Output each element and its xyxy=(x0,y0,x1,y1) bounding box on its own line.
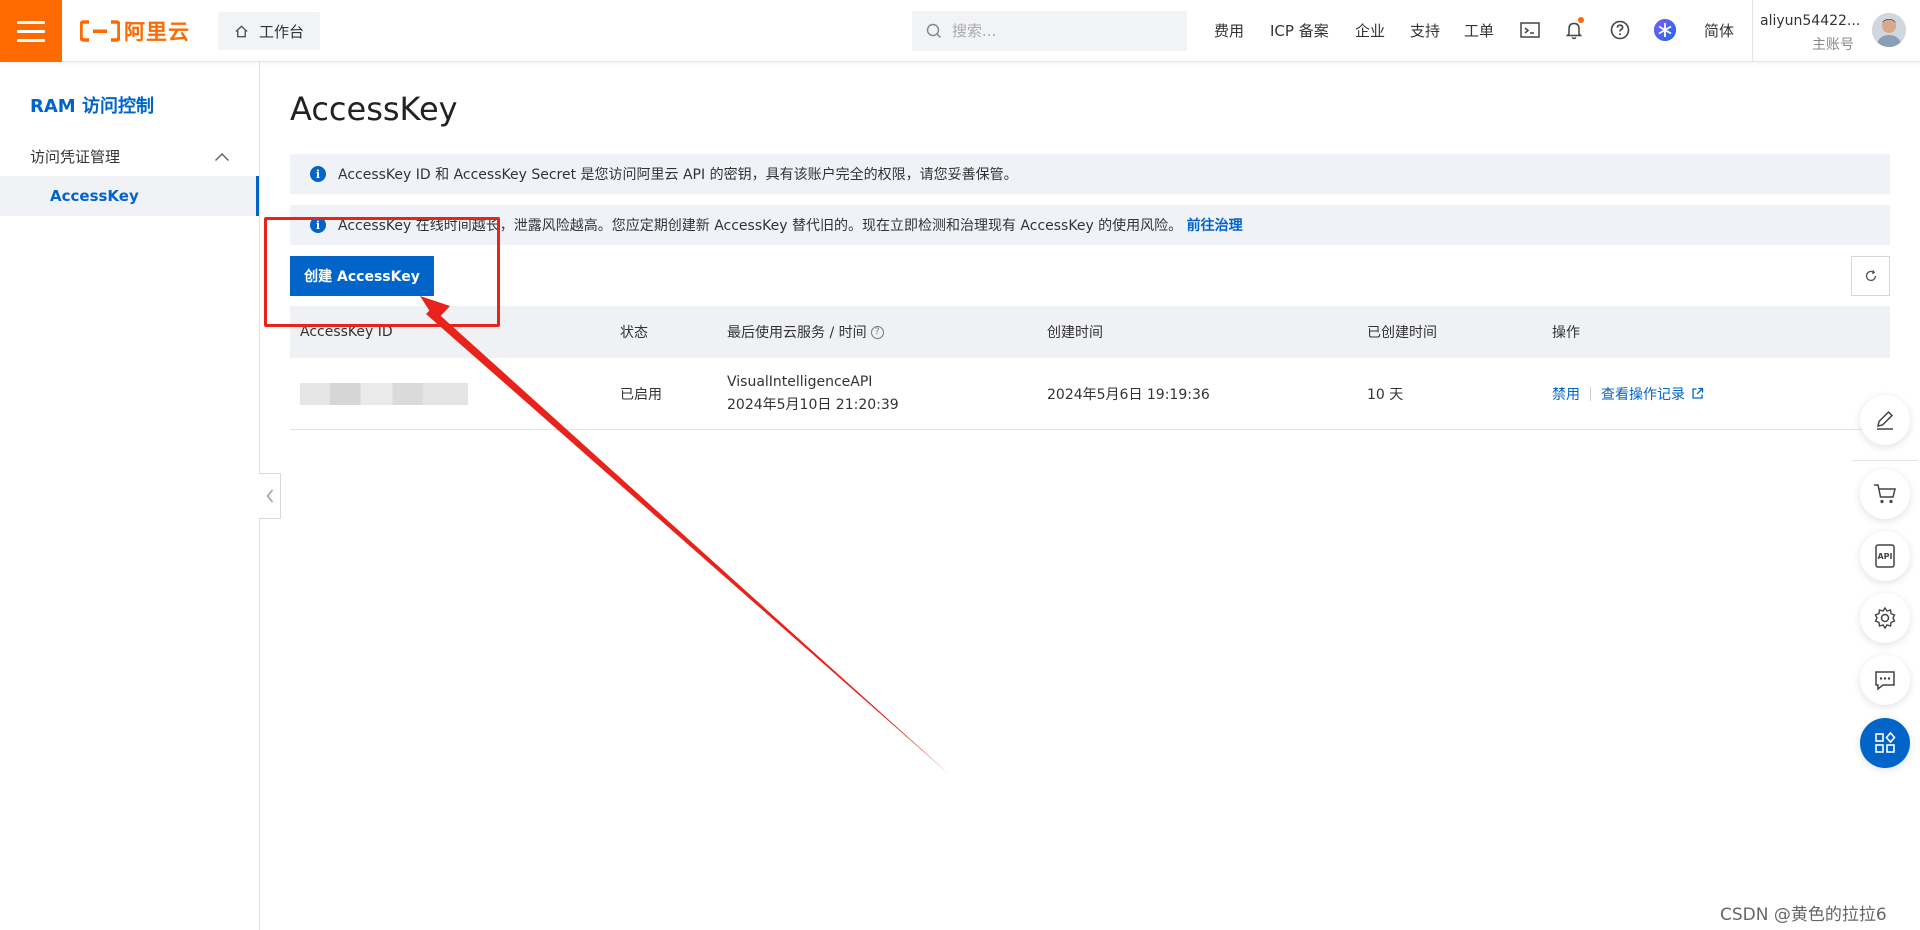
age-cell: 10 天 xyxy=(1367,386,1404,403)
govern-link[interactable]: 前往治理 xyxy=(1187,218,1243,234)
notification-dot xyxy=(1578,17,1584,23)
terminal-icon[interactable] xyxy=(1518,18,1542,42)
header-age: 已创建时间 xyxy=(1367,325,1437,341)
disable-link[interactable]: 禁用 xyxy=(1552,384,1580,404)
last-time: 2024年5月10日 21:20:39 xyxy=(727,396,899,413)
divider xyxy=(1852,460,1918,461)
accessibility-icon[interactable] xyxy=(1653,18,1677,42)
chevron-up-icon xyxy=(214,152,230,161)
question-icon[interactable]: ? xyxy=(870,325,884,339)
user-name: aliyun54422... xyxy=(1760,13,1861,29)
language-switch[interactable]: 简体 xyxy=(1704,20,1734,41)
edit-icon[interactable] xyxy=(1860,395,1910,445)
view-log-link[interactable]: 查看操作记录 xyxy=(1601,384,1685,404)
nav-icp[interactable]: ICP 备案 xyxy=(1270,20,1329,41)
divider xyxy=(1590,386,1591,401)
sidebar-collapse-toggle[interactable] xyxy=(259,473,281,519)
accesskey-table: AccessKey ID 状态 最后使用云服务 / 时间 ? 创建时间 已创建时… xyxy=(290,306,1890,430)
avatar[interactable] xyxy=(1872,13,1906,47)
header-last-used: 最后使用云服务 / 时间 ? xyxy=(727,306,884,358)
masked-accesskey-id xyxy=(300,382,468,405)
header-ops: 操作 xyxy=(1552,325,1580,341)
page-title: AccessKey xyxy=(290,90,458,128)
workbench-label: 工作台 xyxy=(259,22,305,41)
aliyun-logo[interactable]: 阿里云 xyxy=(80,17,190,45)
search-box[interactable] xyxy=(912,11,1187,51)
status-cell: 已启用 xyxy=(620,386,662,403)
nav-billing[interactable]: 费用 xyxy=(1214,20,1244,41)
top-bar: 阿里云 工作台 费用 ICP 备案 企业 支持 工单 xyxy=(0,0,1920,62)
last-used-cell: VisualIntelligenceAPI 2024年5月10日 21:20:3… xyxy=(727,358,899,429)
search-icon xyxy=(926,23,942,39)
created-cell: 2024年5月6日 19:19:36 xyxy=(1047,386,1210,403)
external-link-icon[interactable] xyxy=(1691,387,1704,400)
chat-icon[interactable] xyxy=(1860,655,1910,705)
search-input[interactable] xyxy=(952,22,1152,40)
header-last-used-label: 最后使用云服务 / 时间 xyxy=(727,325,867,341)
settings-icon[interactable] xyxy=(1860,593,1910,643)
last-service: VisualIntelligenceAPI xyxy=(727,373,873,390)
divider xyxy=(1752,0,1753,62)
logo-text: 阿里云 xyxy=(124,20,190,44)
bell-icon[interactable] xyxy=(1562,17,1586,42)
help-icon[interactable] xyxy=(1608,18,1632,42)
watermark: CSDN @黄色的拉拉6 xyxy=(1720,905,1887,925)
header-status: 状态 xyxy=(620,325,648,341)
notice-secret: i AccessKey ID 和 AccessKey Secret 是您访问阿里… xyxy=(290,154,1890,194)
sidebar-group-credentials[interactable]: 访问凭证管理 xyxy=(30,146,230,167)
accesskey-id-cell xyxy=(300,358,468,429)
refresh-button[interactable] xyxy=(1851,256,1890,296)
refresh-icon xyxy=(1865,270,1876,282)
ops-cell: 禁用 查看操作记录 xyxy=(1552,358,1704,429)
nav-support[interactable]: 支持 xyxy=(1410,20,1440,41)
nav-ticket[interactable]: 工单 xyxy=(1464,20,1494,41)
header-created: 创建时间 xyxy=(1047,325,1103,341)
menu-icon[interactable] xyxy=(0,0,62,62)
user-role: 主账号 xyxy=(1812,37,1854,53)
nav-enterprise[interactable]: 企业 xyxy=(1355,20,1385,41)
chevron-left-icon xyxy=(266,489,273,503)
api-icon[interactable]: API xyxy=(1860,531,1910,581)
workbench-button[interactable]: 工作台 xyxy=(218,12,320,50)
logo-mark-icon xyxy=(80,20,120,42)
sidebar-item-accesskey[interactable]: AccessKey xyxy=(0,176,259,216)
sidebar-title[interactable]: RAM 访问控制 xyxy=(30,92,154,118)
table-header: AccessKey ID 状态 最后使用云服务 / 时间 ? 创建时间 已创建时… xyxy=(290,306,1890,358)
svg-text:API: API xyxy=(1877,552,1892,561)
annotation-arrow xyxy=(420,296,950,775)
sidebar-group-label: 访问凭证管理 xyxy=(30,148,121,166)
table-row: 已启用 VisualIntelligenceAPI 2024年5月10日 21:… xyxy=(290,358,1890,430)
cart-icon[interactable] xyxy=(1860,469,1910,519)
notice-text: AccessKey ID 和 AccessKey Secret 是您访问阿里云 … xyxy=(338,167,1018,183)
home-icon xyxy=(235,24,248,37)
sidebar: RAM 访问控制 访问凭证管理 AccessKey xyxy=(0,62,260,930)
annotation-highlight-box xyxy=(264,217,500,327)
notice-risk: i AccessKey 在线时间越长，泄露风险越高。您应定期创建新 Access… xyxy=(290,205,1890,245)
info-icon: i xyxy=(310,166,326,182)
sidebar-item-label: AccessKey xyxy=(50,187,139,205)
apps-icon[interactable] xyxy=(1860,718,1910,768)
